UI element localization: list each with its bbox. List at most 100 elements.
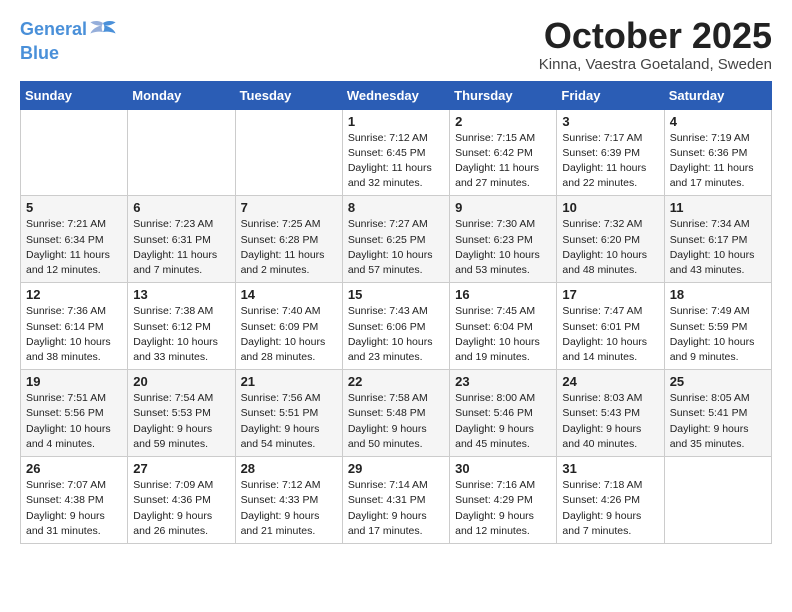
day-detail: Sunrise: 7:12 AM Sunset: 4:33 PM Dayligh… (241, 478, 337, 539)
day-detail: Sunrise: 7:14 AM Sunset: 4:31 PM Dayligh… (348, 478, 444, 539)
day-detail: Sunrise: 7:45 AM Sunset: 6:04 PM Dayligh… (455, 304, 551, 365)
day-number: 13 (133, 287, 229, 302)
day-detail: Sunrise: 7:23 AM Sunset: 6:31 PM Dayligh… (133, 217, 229, 278)
day-detail: Sunrise: 7:25 AM Sunset: 6:28 PM Dayligh… (241, 217, 337, 278)
month-title: October 2025 (539, 16, 772, 56)
calendar-week-row: 26 Sunrise: 7:07 AM Sunset: 4:38 PM Dayli… (21, 457, 772, 544)
day-number: 26 (26, 461, 122, 476)
calendar-cell: 13 Sunrise: 7:38 AM Sunset: 6:12 PM Dayli… (128, 283, 235, 370)
calendar-week-row: 1 Sunrise: 7:12 AM Sunset: 6:45 PM Daylig… (21, 109, 772, 196)
calendar-cell: 12 Sunrise: 7:36 AM Sunset: 6:14 PM Dayli… (21, 283, 128, 370)
weekday-header-thursday: Thursday (450, 81, 557, 109)
day-detail: Sunrise: 7:38 AM Sunset: 6:12 PM Dayligh… (133, 304, 229, 365)
calendar-cell: 23 Sunrise: 8:00 AM Sunset: 5:46 PM Dayli… (450, 370, 557, 457)
calendar-cell: 8Sunrise: 7:27 AM Sunset: 6:25 PM Daylig… (342, 196, 449, 283)
day-detail: Sunrise: 7:12 AM Sunset: 6:45 PM Dayligh… (348, 131, 444, 192)
calendar-cell (21, 109, 128, 196)
day-number: 17 (562, 287, 658, 302)
day-number: 15 (348, 287, 444, 302)
weekday-header-wednesday: Wednesday (342, 81, 449, 109)
logo-text: General (20, 20, 87, 40)
calendar-cell: 19 Sunrise: 7:51 AM Sunset: 5:56 PM Dayli… (21, 370, 128, 457)
day-detail: Sunrise: 7:07 AM Sunset: 4:38 PM Dayligh… (26, 478, 122, 539)
calendar-cell (664, 457, 771, 544)
page: General Blue October 2025 Kinna, Vaestra… (0, 0, 792, 560)
calendar-cell: 21 Sunrise: 7:56 AM Sunset: 5:51 PM Dayli… (235, 370, 342, 457)
calendar-cell: 22Sunrise: 7:58 AM Sunset: 5:48 PM Dayli… (342, 370, 449, 457)
day-detail: Sunrise: 7:18 AM Sunset: 4:26 PM Dayligh… (562, 478, 658, 539)
calendar-cell: 10Sunrise: 7:32 AM Sunset: 6:20 PM Dayli… (557, 196, 664, 283)
calendar-cell: 1 Sunrise: 7:12 AM Sunset: 6:45 PM Daylig… (342, 109, 449, 196)
calendar-cell: 15 Sunrise: 7:43 AM Sunset: 6:06 PM Dayli… (342, 283, 449, 370)
day-detail: Sunrise: 7:21 AM Sunset: 6:34 PM Dayligh… (26, 217, 122, 278)
calendar-cell: 5 Sunrise: 7:21 AM Sunset: 6:34 PM Daylig… (21, 196, 128, 283)
calendar-week-row: 12 Sunrise: 7:36 AM Sunset: 6:14 PM Dayli… (21, 283, 772, 370)
calendar-cell: 24 Sunrise: 8:03 AM Sunset: 5:43 PM Dayli… (557, 370, 664, 457)
day-detail: Sunrise: 7:54 AM Sunset: 5:53 PM Dayligh… (133, 391, 229, 452)
calendar-cell: 31Sunrise: 7:18 AM Sunset: 4:26 PM Dayli… (557, 457, 664, 544)
day-detail: Sunrise: 7:09 AM Sunset: 4:36 PM Dayligh… (133, 478, 229, 539)
title-area: October 2025 Kinna, Vaestra Goetaland, S… (539, 16, 772, 73)
day-number: 2 (455, 114, 551, 129)
calendar-week-row: 5 Sunrise: 7:21 AM Sunset: 6:34 PM Daylig… (21, 196, 772, 283)
calendar-cell: 14 Sunrise: 7:40 AM Sunset: 6:09 PM Dayli… (235, 283, 342, 370)
day-number: 20 (133, 374, 229, 389)
day-number: 29 (348, 461, 444, 476)
day-detail: Sunrise: 7:34 AM Sunset: 6:17 PM Dayligh… (670, 217, 766, 278)
calendar-cell (235, 109, 342, 196)
logo: General Blue (20, 16, 117, 64)
calendar-cell: 2 Sunrise: 7:15 AM Sunset: 6:42 PM Daylig… (450, 109, 557, 196)
day-number: 9 (455, 200, 551, 215)
day-detail: Sunrise: 7:40 AM Sunset: 6:09 PM Dayligh… (241, 304, 337, 365)
calendar-cell: 29 Sunrise: 7:14 AM Sunset: 4:31 PM Dayli… (342, 457, 449, 544)
day-detail: Sunrise: 7:51 AM Sunset: 5:56 PM Dayligh… (26, 391, 122, 452)
calendar-cell: 4Sunrise: 7:19 AM Sunset: 6:36 PM Daylig… (664, 109, 771, 196)
day-detail: Sunrise: 8:00 AM Sunset: 5:46 PM Dayligh… (455, 391, 551, 452)
calendar-cell: 11Sunrise: 7:34 AM Sunset: 6:17 PM Dayli… (664, 196, 771, 283)
day-number: 14 (241, 287, 337, 302)
calendar-cell: 16Sunrise: 7:45 AM Sunset: 6:04 PM Dayli… (450, 283, 557, 370)
day-number: 8 (348, 200, 444, 215)
logo-blue-text: Blue (20, 44, 117, 64)
day-number: 4 (670, 114, 766, 129)
calendar-cell: 25Sunrise: 8:05 AM Sunset: 5:41 PM Dayli… (664, 370, 771, 457)
weekday-header-tuesday: Tuesday (235, 81, 342, 109)
calendar-header-row: SundayMondayTuesdayWednesdayThursdayFrid… (21, 81, 772, 109)
day-detail: Sunrise: 7:58 AM Sunset: 5:48 PM Dayligh… (348, 391, 444, 452)
day-number: 27 (133, 461, 229, 476)
day-number: 5 (26, 200, 122, 215)
day-number: 7 (241, 200, 337, 215)
calendar-cell: 18 Sunrise: 7:49 AM Sunset: 5:59 PM Dayli… (664, 283, 771, 370)
calendar-cell: 26 Sunrise: 7:07 AM Sunset: 4:38 PM Dayli… (21, 457, 128, 544)
day-detail: Sunrise: 8:05 AM Sunset: 5:41 PM Dayligh… (670, 391, 766, 452)
day-detail: Sunrise: 7:56 AM Sunset: 5:51 PM Dayligh… (241, 391, 337, 452)
day-detail: Sunrise: 8:03 AM Sunset: 5:43 PM Dayligh… (562, 391, 658, 452)
day-number: 1 (348, 114, 444, 129)
day-detail: Sunrise: 7:36 AM Sunset: 6:14 PM Dayligh… (26, 304, 122, 365)
location: Kinna, Vaestra Goetaland, Sweden (539, 56, 772, 73)
day-number: 21 (241, 374, 337, 389)
day-number: 19 (26, 374, 122, 389)
day-number: 10 (562, 200, 658, 215)
calendar-cell: 7 Sunrise: 7:25 AM Sunset: 6:28 PM Daylig… (235, 196, 342, 283)
calendar-cell: 9Sunrise: 7:30 AM Sunset: 6:23 PM Daylig… (450, 196, 557, 283)
calendar-table: SundayMondayTuesdayWednesdayThursdayFrid… (20, 81, 772, 544)
header: General Blue October 2025 Kinna, Vaestra… (20, 16, 772, 73)
day-number: 12 (26, 287, 122, 302)
calendar-cell: 20 Sunrise: 7:54 AM Sunset: 5:53 PM Dayli… (128, 370, 235, 457)
day-number: 3 (562, 114, 658, 129)
weekday-header-sunday: Sunday (21, 81, 128, 109)
day-number: 18 (670, 287, 766, 302)
day-number: 23 (455, 374, 551, 389)
calendar-cell (128, 109, 235, 196)
day-number: 30 (455, 461, 551, 476)
day-detail: Sunrise: 7:15 AM Sunset: 6:42 PM Dayligh… (455, 131, 551, 192)
calendar-week-row: 19 Sunrise: 7:51 AM Sunset: 5:56 PM Dayli… (21, 370, 772, 457)
day-detail: Sunrise: 7:49 AM Sunset: 5:59 PM Dayligh… (670, 304, 766, 365)
day-detail: Sunrise: 7:16 AM Sunset: 4:29 PM Dayligh… (455, 478, 551, 539)
day-number: 24 (562, 374, 658, 389)
day-number: 28 (241, 461, 337, 476)
day-number: 6 (133, 200, 229, 215)
day-detail: Sunrise: 7:43 AM Sunset: 6:06 PM Dayligh… (348, 304, 444, 365)
calendar-cell: 28 Sunrise: 7:12 AM Sunset: 4:33 PM Dayli… (235, 457, 342, 544)
